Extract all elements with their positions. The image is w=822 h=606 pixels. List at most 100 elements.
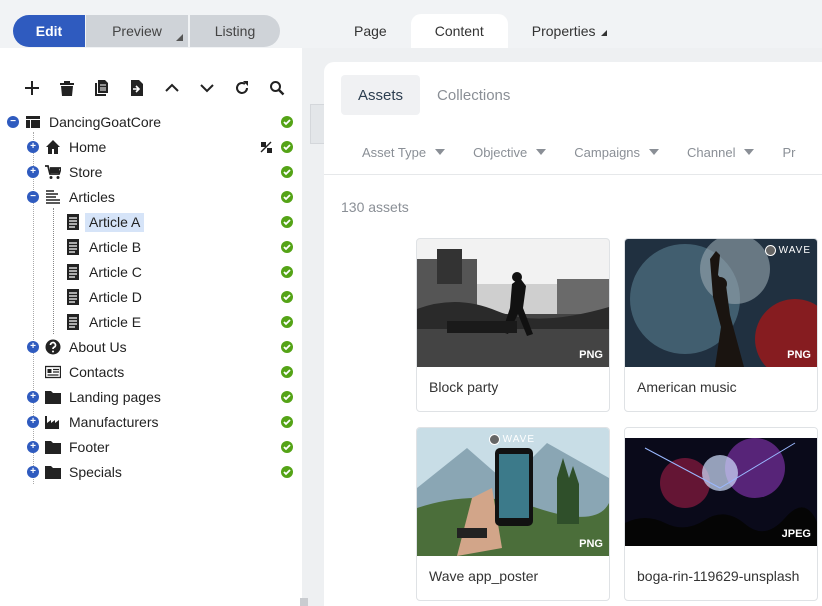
copy-page-button[interactable] — [84, 76, 119, 100]
document-move-icon — [130, 80, 143, 96]
move-up-button[interactable] — [154, 76, 189, 100]
tree-item-article-d[interactable]: Article D — [0, 285, 302, 310]
tree-item-label[interactable]: Article D — [85, 288, 146, 307]
tree-item-store[interactable]: + Store — [0, 160, 302, 185]
expand-icon[interactable]: + — [27, 341, 39, 353]
asset-thumbnail: JPEG — [625, 428, 817, 556]
published-check-icon — [281, 166, 293, 178]
panel-divider[interactable] — [302, 48, 310, 606]
chevron-down-icon — [649, 149, 660, 155]
tree-item-label[interactable]: DancingGoatCore — [45, 113, 165, 132]
home-icon — [45, 139, 61, 155]
tree-item-label[interactable]: Contacts — [65, 363, 128, 382]
tree-item-about-us[interactable]: + About Us — [0, 335, 302, 360]
asset-card[interactable]: PNG Block party — [416, 238, 610, 412]
asset-thumbnail: WAVE PNG — [417, 428, 609, 556]
move-down-button[interactable] — [189, 76, 224, 100]
tree-item-contacts[interactable]: Contacts — [0, 360, 302, 385]
tab-collections[interactable]: Collections — [420, 75, 527, 115]
tree-item-article-a[interactable]: Article A — [0, 210, 302, 235]
search-button[interactable] — [259, 76, 294, 100]
listing-mode-button[interactable]: Listing — [190, 15, 280, 47]
collapse-icon[interactable]: − — [27, 191, 39, 203]
tab-page[interactable]: Page — [330, 14, 411, 48]
published-check-icon — [281, 366, 293, 378]
expand-icon[interactable]: + — [27, 166, 39, 178]
filter-label: Asset Type — [362, 144, 427, 160]
preview-mode-button[interactable]: Preview — [86, 15, 188, 47]
chevron-down-icon — [199, 84, 214, 93]
filter-label: Objective — [473, 144, 528, 160]
preview-mode-label: Preview — [112, 23, 162, 39]
divider — [324, 174, 822, 175]
filter-campaigns[interactable]: Campaigns — [574, 142, 660, 162]
asset-title: boga-rin-119629-unsplash — [637, 568, 800, 584]
edit-mode-button[interactable]: Edit — [13, 15, 85, 47]
tab-content[interactable]: Content — [410, 14, 508, 48]
tree-item-article-e[interactable]: Article E — [0, 310, 302, 335]
expand-icon[interactable]: + — [27, 441, 39, 453]
move-page-button[interactable] — [119, 76, 154, 100]
filter-objective[interactable]: Objective — [473, 142, 547, 162]
asset-card[interactable]: JPEG boga-rin-119629-unsplash — [624, 427, 818, 601]
filter-more[interactable]: Pr — [782, 142, 795, 162]
published-check-icon — [281, 441, 293, 453]
scrollbar-corner[interactable] — [300, 598, 308, 606]
tree-item-article-b[interactable]: Article B — [0, 235, 302, 260]
tree-item-label[interactable]: Manufacturers — [65, 413, 162, 432]
filter-channel[interactable]: Channel — [687, 142, 755, 162]
tree-item-label[interactable]: Landing pages — [65, 388, 165, 407]
tree-item-label[interactable]: Articles — [65, 188, 119, 207]
tree-item-label[interactable]: Home — [65, 138, 110, 157]
content-panel: Assets Collections Asset Type Objective … — [324, 62, 822, 606]
plus-icon — [24, 81, 39, 95]
tree-item-manufacturers[interactable]: + Manufacturers — [0, 410, 302, 435]
tree-item-article-c[interactable]: Article C — [0, 260, 302, 285]
asset-filters: Asset Type Objective Campaigns Channel P… — [362, 142, 822, 162]
tree-item-label[interactable]: Store — [65, 163, 106, 182]
tree-item-articles[interactable]: − Articles — [0, 185, 302, 210]
expand-icon[interactable]: + — [27, 416, 39, 428]
collapse-icon[interactable]: − — [7, 116, 19, 128]
tree-item-landing-pages[interactable]: + Landing pages — [0, 385, 302, 410]
refresh-button[interactable] — [224, 76, 259, 100]
tree-item-label[interactable]: Article E — [85, 313, 145, 332]
published-check-icon — [281, 116, 293, 128]
tree-item-home[interactable]: + Home — [0, 135, 302, 160]
expand-icon[interactable]: + — [27, 141, 39, 153]
published-check-icon — [281, 466, 293, 478]
expand-icon[interactable]: + — [27, 391, 39, 403]
published-check-icon — [281, 391, 293, 403]
tab-properties[interactable]: Properties — [508, 14, 631, 48]
delete-page-button[interactable] — [49, 76, 84, 100]
factory-icon — [45, 414, 61, 430]
asset-thumbnail: WAVE PNG — [625, 239, 817, 367]
chevron-down-icon — [744, 149, 755, 155]
asset-card[interactable]: WAVE PNG American music — [624, 238, 818, 412]
chevron-down-icon — [435, 149, 446, 155]
tree-item-label[interactable]: Article B — [85, 238, 145, 257]
asset-title: Wave app_poster — [429, 568, 539, 584]
tree-item-specials[interactable]: + Specials — [0, 460, 302, 485]
document-icon — [65, 289, 81, 305]
published-check-icon — [281, 341, 293, 353]
tree-item-label[interactable]: Article C — [85, 263, 146, 282]
asset-count: 130 assets — [341, 199, 409, 215]
wave-logo-icon — [764, 245, 776, 256]
search-icon — [269, 81, 284, 96]
published-check-icon — [281, 241, 293, 253]
filter-label: Channel — [687, 144, 736, 160]
expand-icon[interactable]: + — [27, 466, 39, 478]
asset-card[interactable]: WAVE PNG Wave app_poster — [416, 427, 610, 601]
tree-item-footer[interactable]: + Footer — [0, 435, 302, 460]
add-page-button[interactable] — [14, 76, 49, 100]
wave-logo-icon — [488, 434, 500, 445]
collapsed-panel-handle[interactable] — [310, 104, 324, 144]
tree-item-root[interactable]: − DancingGoatCore — [0, 110, 302, 135]
tree-item-label[interactable]: Article A — [85, 213, 145, 232]
tab-assets[interactable]: Assets — [341, 75, 421, 115]
tree-item-label[interactable]: Specials — [65, 463, 126, 482]
tree-item-label[interactable]: About Us — [65, 338, 131, 357]
tree-item-label[interactable]: Footer — [65, 438, 113, 457]
filter-asset-type[interactable]: Asset Type — [362, 142, 446, 162]
